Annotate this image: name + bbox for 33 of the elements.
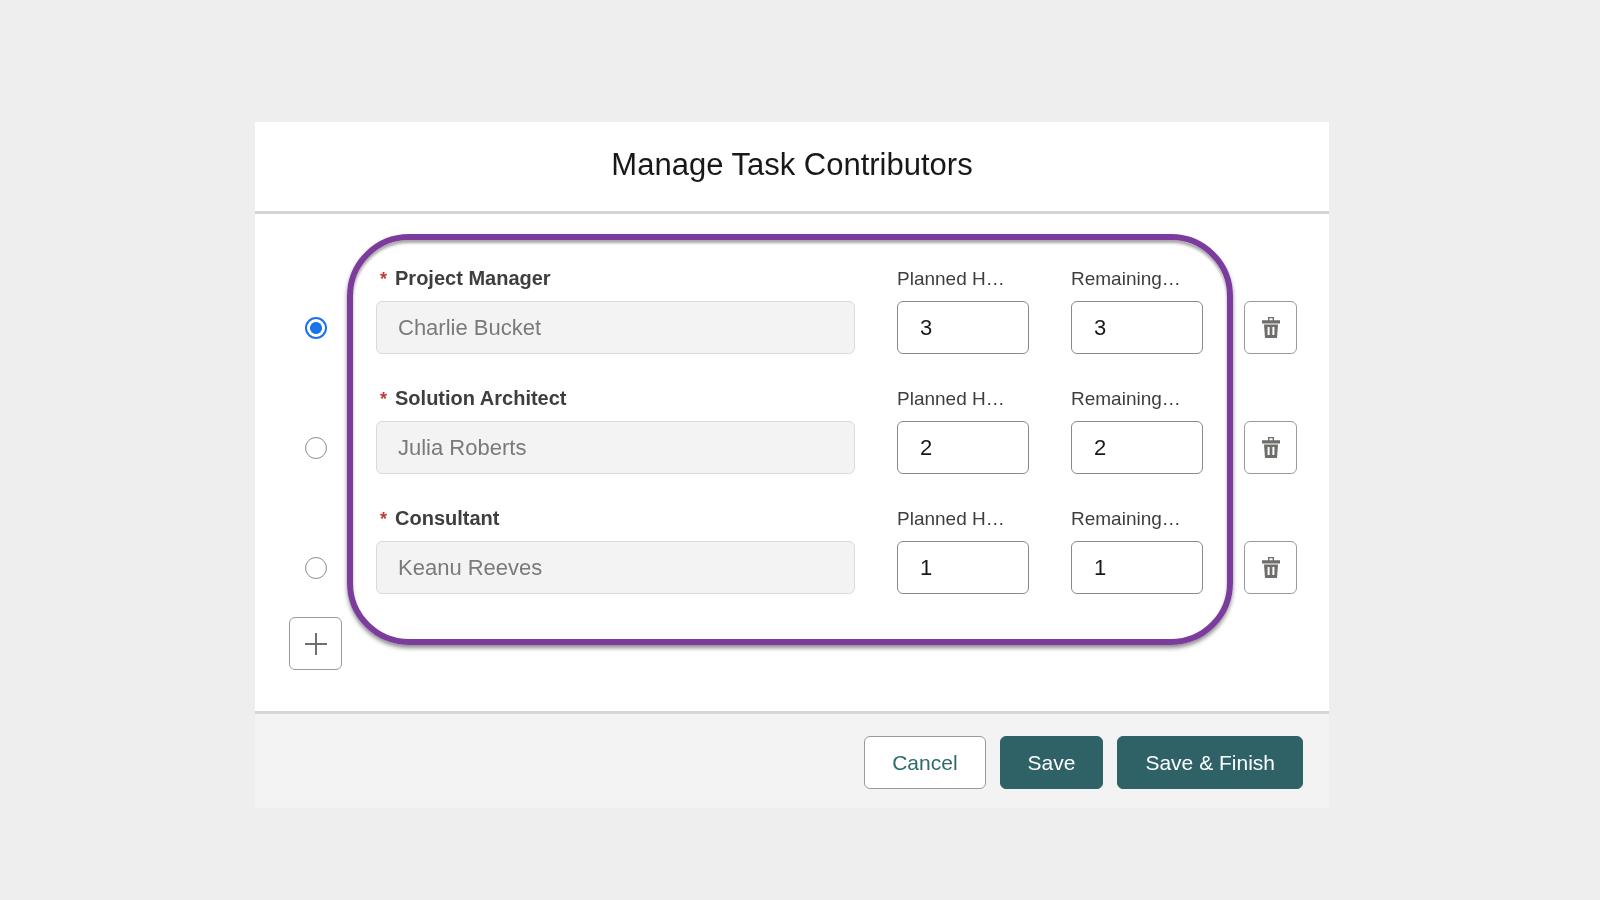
required-mark: * [380, 509, 387, 530]
field-label: Planned H… [897, 268, 1005, 290]
trash-icon [1261, 557, 1280, 578]
hours-field[interactable]: 1 [897, 541, 1029, 594]
delete-button[interactable] [1244, 301, 1297, 354]
add-button[interactable] [289, 617, 342, 670]
delete-button[interactable] [1244, 541, 1297, 594]
field-label: Remaining… [1071, 388, 1181, 410]
role-label: Project Manager [395, 267, 551, 290]
delete-button[interactable] [1244, 421, 1297, 474]
role-label: Consultant [395, 507, 500, 530]
trash-icon [1261, 437, 1280, 458]
dialog-title: Manage Task Contributors [611, 146, 973, 183]
radio-button[interactable] [304, 436, 327, 459]
hours-field[interactable]: 1 [1071, 541, 1203, 594]
hours-field[interactable]: 2 [897, 421, 1029, 474]
required-mark: * [380, 389, 387, 410]
hours-field[interactable]: 3 [897, 301, 1029, 354]
footer-button[interactable]: Save [999, 736, 1104, 789]
trash-icon [1261, 317, 1280, 338]
required-mark: * [380, 269, 387, 290]
plus-icon [304, 632, 327, 655]
field-label: Remaining… [1071, 268, 1181, 290]
footer-button[interactable]: Save & Finish [1117, 736, 1303, 789]
field-label: Planned H… [897, 508, 1005, 530]
role-label: Solution Architect [395, 387, 567, 410]
field-label: Planned H… [897, 388, 1005, 410]
radio-button[interactable] [304, 556, 327, 579]
field-label: Remaining… [1071, 508, 1181, 530]
hours-field[interactable]: 2 [1071, 421, 1203, 474]
footer-button[interactable]: Cancel [864, 736, 986, 789]
radio-button[interactable] [304, 316, 327, 339]
hours-field[interactable]: 3 [1071, 301, 1203, 354]
